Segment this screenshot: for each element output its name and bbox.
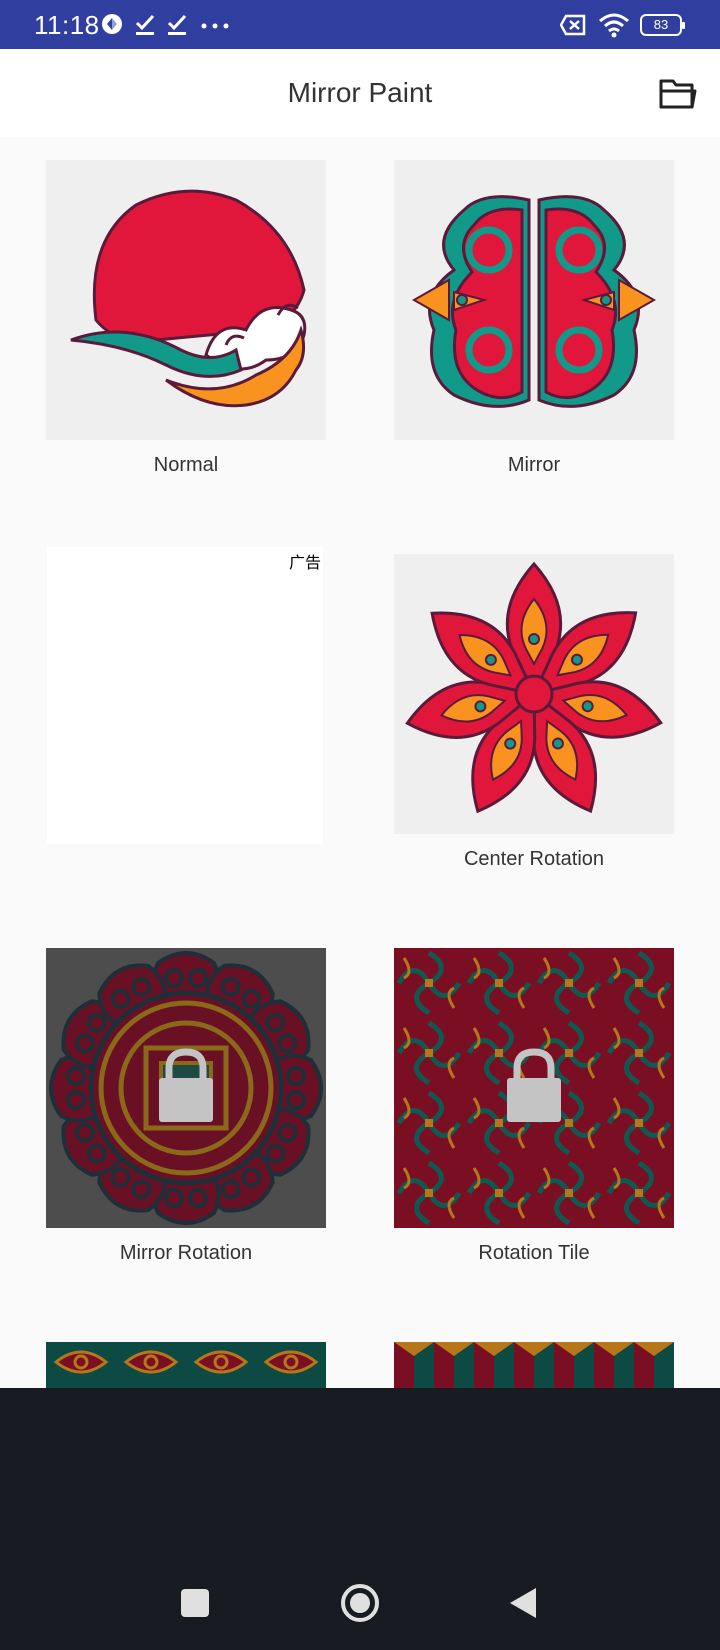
partial-thumbnail-1: [46, 1342, 326, 1388]
app-title: Mirror Paint: [287, 77, 433, 108]
sync-icon: [102, 14, 122, 34]
mode-card-normal[interactable]: Normal: [46, 160, 326, 477]
ad-label: 广告: [288, 555, 321, 572]
mode-label: Rotation Tile: [478, 1242, 590, 1264]
mirror-thumbnail: [394, 160, 674, 440]
mode-label: Mirror Rotation: [119, 1242, 253, 1264]
mode-card-rotation-tile[interactable]: Rotation Tile: [394, 948, 674, 1265]
wifi-icon: [599, 13, 629, 38]
mode-label: Center Rotation: [463, 848, 605, 870]
center-rotation-thumbnail: [394, 554, 674, 834]
status-time: 11:18: [34, 10, 100, 40]
mode-card-partial-1[interactable]: [46, 1342, 326, 1388]
folder-icon[interactable]: [658, 73, 698, 113]
rotation-tile-thumbnail: [394, 948, 674, 1228]
no-sim-icon: [560, 14, 586, 36]
status-bar: 11:18 83: [0, 0, 720, 49]
mirror-rotation-thumbnail: [46, 948, 326, 1228]
recent-apps-icon[interactable]: [180, 1588, 210, 1618]
battery-indicator: 83: [640, 14, 685, 36]
app-bar: Mirror Paint: [0, 49, 720, 137]
normal-thumbnail: [46, 160, 326, 440]
mode-label: Normal: [153, 454, 219, 476]
ad-placeholder[interactable]: 广告: [47, 547, 323, 844]
lock-icon: [507, 1048, 561, 1122]
check-download-icon-2: [167, 14, 187, 35]
mode-grid: Normal Mirror 广告 Center Rotation Mirror …: [0, 137, 720, 1388]
home-icon[interactable]: [340, 1583, 380, 1623]
more-dots-icon: [201, 23, 229, 29]
mode-card-mirror[interactable]: Mirror: [394, 160, 674, 477]
mode-card-partial-2[interactable]: [394, 1342, 674, 1388]
partial-thumbnail-2: [394, 1342, 674, 1388]
mode-card-center-rotation[interactable]: Center Rotation: [394, 554, 674, 871]
lock-icon: [159, 1048, 213, 1122]
mode-label: Mirror: [507, 454, 561, 476]
system-nav-bar: [0, 1388, 720, 1650]
back-icon[interactable]: [508, 1586, 538, 1620]
mode-card-mirror-rotation[interactable]: Mirror Rotation: [46, 948, 326, 1265]
check-download-icon: [135, 14, 155, 35]
